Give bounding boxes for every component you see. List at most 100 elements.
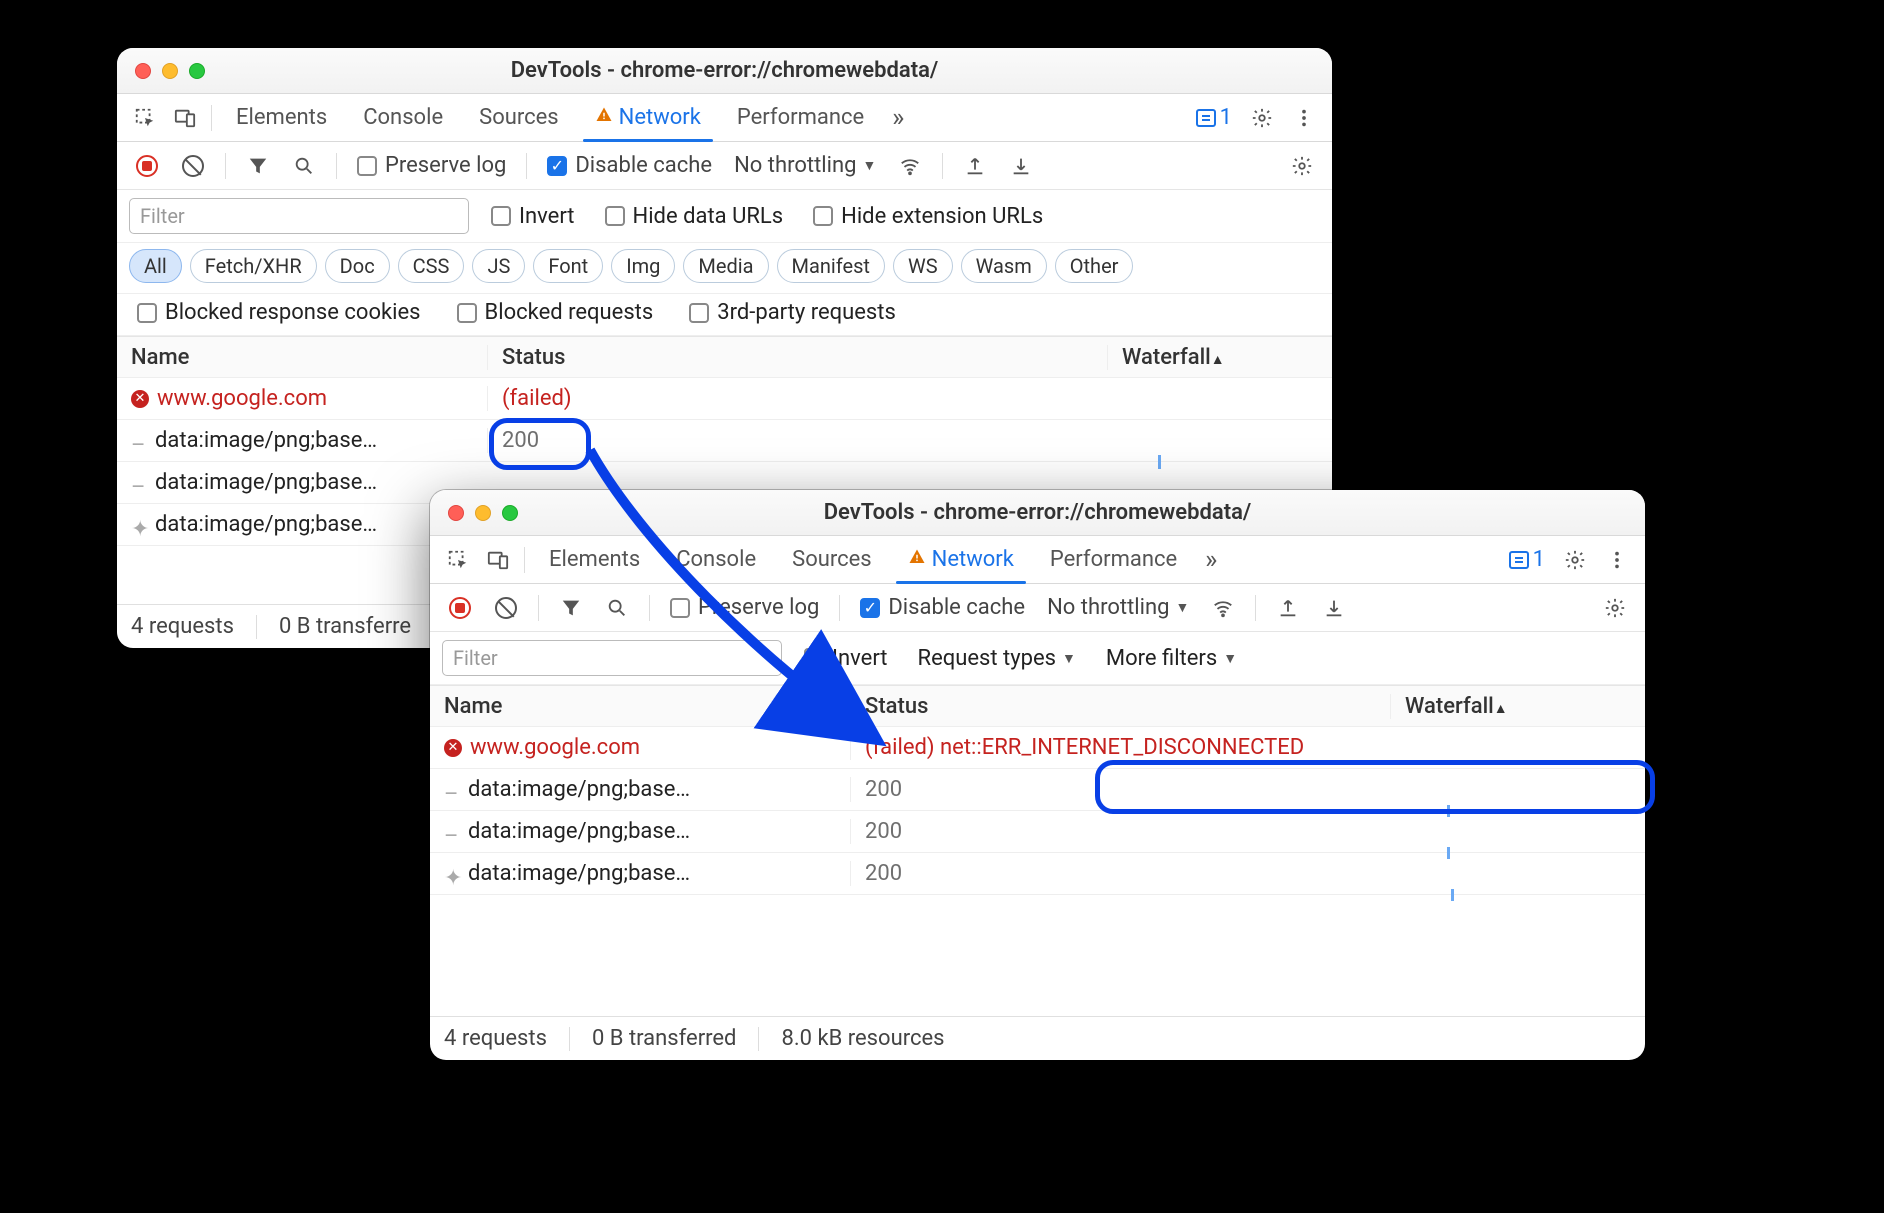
tab-console[interactable]: Console [658, 536, 774, 583]
table-row[interactable]: –data:image/png;base… 200 [117, 420, 1332, 462]
tab-performance[interactable]: Performance [719, 94, 882, 141]
download-har-icon[interactable] [1314, 588, 1354, 628]
table-row[interactable]: ✕www.google.com (failed) [117, 378, 1332, 420]
search-icon[interactable] [597, 588, 637, 628]
chat-icon [1196, 109, 1216, 127]
filter-input[interactable]: Filter [129, 198, 469, 234]
more-tabs-button[interactable]: » [1195, 545, 1227, 575]
download-har-icon[interactable] [1001, 146, 1041, 186]
tab-label: Network [619, 105, 701, 130]
upload-har-icon[interactable] [955, 146, 995, 186]
chip-wasm[interactable]: Wasm [961, 249, 1047, 283]
disable-cache-checkbox[interactable]: Disable cache [852, 595, 1033, 620]
chip-fetch-xhr[interactable]: Fetch/XHR [190, 249, 317, 283]
record-button[interactable] [127, 146, 167, 186]
throttling-select[interactable]: No throttling▼ [726, 153, 884, 178]
column-status[interactable]: Status [850, 694, 1390, 719]
chip-img[interactable]: Img [611, 249, 675, 283]
filter-toggle-icon[interactable] [551, 588, 591, 628]
hide-data-urls-checkbox[interactable]: Hide data URLs [597, 204, 792, 229]
hide-extension-urls-checkbox[interactable]: Hide extension URLs [805, 204, 1051, 229]
throttling-select[interactable]: No throttling▼ [1039, 595, 1197, 620]
checkbox-label: Preserve log [385, 153, 506, 178]
chip-css[interactable]: CSS [398, 249, 465, 283]
issues-count: 1 [1533, 547, 1545, 572]
device-toolbar-icon[interactable] [478, 540, 518, 580]
clear-button[interactable] [173, 146, 213, 186]
close-window-button[interactable] [448, 505, 464, 521]
blocked-cookies-checkbox[interactable]: Blocked response cookies [129, 300, 429, 325]
blocked-requests-checkbox[interactable]: Blocked requests [449, 300, 662, 325]
error-icon: ✕ [444, 739, 462, 757]
status-resources: 8.0 kB resources [781, 1026, 944, 1051]
inspect-element-icon[interactable] [125, 98, 165, 138]
preserve-log-checkbox[interactable]: Preserve log [662, 595, 827, 620]
column-name[interactable]: Name [430, 694, 850, 719]
chip-js[interactable]: JS [472, 249, 525, 283]
tab-label: Elements [236, 105, 327, 130]
tab-sources[interactable]: Sources [774, 536, 890, 583]
more-tabs-button[interactable]: » [882, 103, 914, 133]
zoom-window-button[interactable] [502, 505, 518, 521]
more-options-icon[interactable] [1284, 98, 1324, 138]
close-window-button[interactable] [135, 63, 151, 79]
column-name[interactable]: Name [117, 345, 487, 370]
invert-checkbox[interactable]: Invert [483, 204, 583, 229]
chevron-down-icon: ▼ [1062, 650, 1076, 667]
filter-row: Filter Invert Hide data URLs Hide extens… [117, 190, 1332, 243]
more-options-icon[interactable] [1597, 540, 1637, 580]
chip-manifest[interactable]: Manifest [777, 249, 885, 283]
resource-type-chips: All Fetch/XHR Doc CSS JS Font Img Media … [117, 243, 1332, 294]
search-icon[interactable] [284, 146, 324, 186]
chip-font[interactable]: Font [533, 249, 603, 283]
title-bar: DevTools - chrome-error://chromewebdata/ [430, 490, 1645, 536]
issues-badge[interactable]: 1 [1188, 105, 1240, 130]
filter-toggle-icon[interactable] [238, 146, 278, 186]
column-waterfall[interactable]: Waterfall▲ [1107, 345, 1332, 370]
clear-button[interactable] [486, 588, 526, 628]
table-row[interactable]: –data:image/png;base… 200 [430, 769, 1645, 811]
checkbox-label: Blocked requests [485, 300, 654, 325]
filter-input[interactable]: Filter [442, 640, 782, 676]
minimize-window-button[interactable] [475, 505, 491, 521]
request-types-select[interactable]: Request types ▼ [910, 646, 1084, 671]
tab-sources[interactable]: Sources [461, 94, 577, 141]
network-conditions-icon[interactable] [890, 146, 930, 186]
tab-console[interactable]: Console [345, 94, 461, 141]
checkbox-label: Disable cache [575, 153, 712, 178]
more-filters-select[interactable]: More filters ▼ [1098, 646, 1245, 671]
column-status[interactable]: Status [487, 345, 1107, 370]
table-row[interactable]: ✦data:image/png;base… 200 [430, 853, 1645, 895]
inspect-element-icon[interactable] [438, 540, 478, 580]
network-settings-icon[interactable] [1595, 588, 1635, 628]
chip-all[interactable]: All [129, 249, 182, 283]
chip-ws[interactable]: WS [893, 249, 953, 283]
table-row[interactable]: –data:image/png;base… 200 [430, 811, 1645, 853]
chip-doc[interactable]: Doc [325, 249, 390, 283]
tab-network[interactable]: Network [890, 536, 1032, 583]
network-settings-icon[interactable] [1282, 146, 1322, 186]
column-waterfall[interactable]: Waterfall▲ [1390, 694, 1645, 719]
record-button[interactable] [440, 588, 480, 628]
device-toolbar-icon[interactable] [165, 98, 205, 138]
tab-network[interactable]: Network [577, 94, 719, 141]
tab-label: Network [932, 547, 1014, 572]
third-party-checkbox[interactable]: 3rd-party requests [681, 300, 904, 325]
invert-checkbox[interactable]: Invert [796, 646, 896, 671]
tab-performance[interactable]: Performance [1032, 536, 1195, 583]
chip-other[interactable]: Other [1055, 249, 1134, 283]
minimize-window-button[interactable] [162, 63, 178, 79]
preserve-log-checkbox[interactable]: Preserve log [349, 153, 514, 178]
table-row[interactable]: ✕www.google.com (failed) net::ERR_INTERN… [430, 727, 1645, 769]
settings-icon[interactable] [1555, 540, 1595, 580]
issues-badge[interactable]: 1 [1501, 547, 1553, 572]
tab-elements[interactable]: Elements [218, 94, 345, 141]
tab-elements[interactable]: Elements [531, 536, 658, 583]
network-conditions-icon[interactable] [1203, 588, 1243, 628]
upload-har-icon[interactable] [1268, 588, 1308, 628]
zoom-window-button[interactable] [189, 63, 205, 79]
chip-media[interactable]: Media [683, 249, 768, 283]
request-status: 200 [850, 819, 1390, 844]
disable-cache-checkbox[interactable]: Disable cache [539, 153, 720, 178]
settings-icon[interactable] [1242, 98, 1282, 138]
